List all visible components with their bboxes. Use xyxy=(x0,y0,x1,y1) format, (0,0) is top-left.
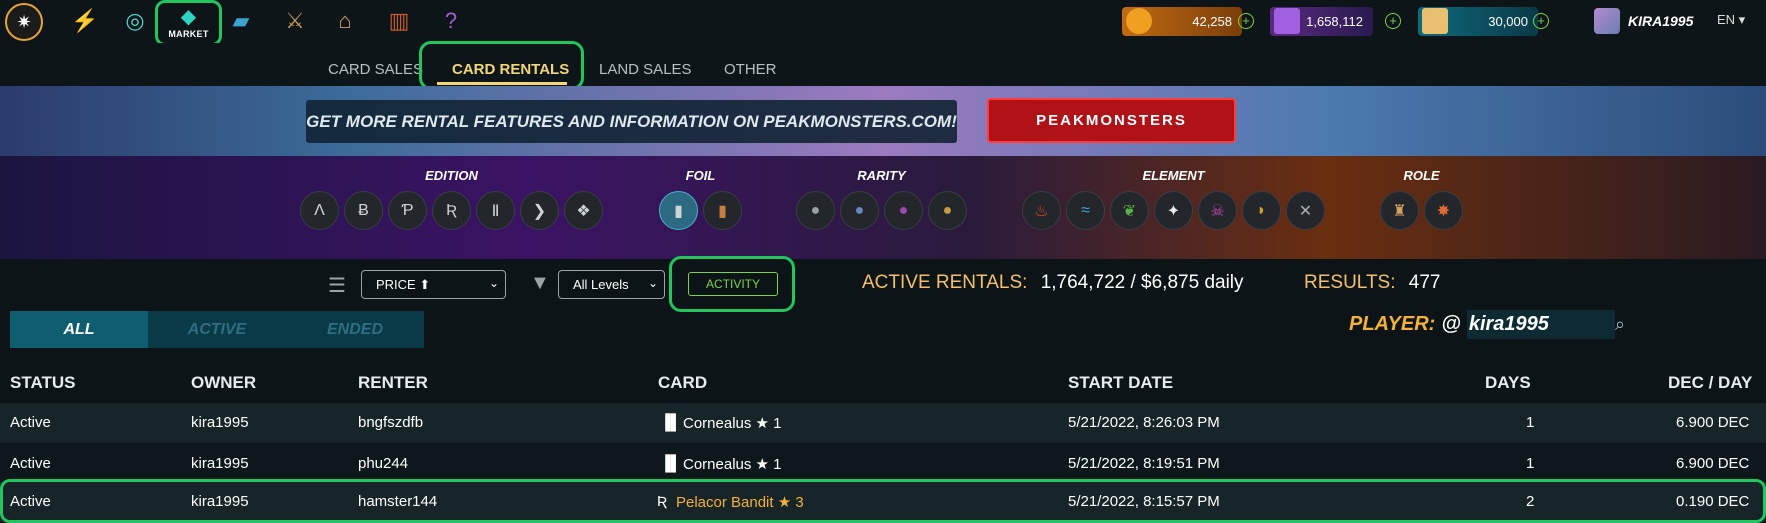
legendary-rarity-icon[interactable]: ● xyxy=(928,191,967,230)
market-icon: ◆ xyxy=(180,6,197,28)
tab-active[interactable]: ACTIVE xyxy=(148,311,286,348)
activity-button[interactable]: ACTIVITY xyxy=(688,272,778,296)
fire-element-icon[interactable]: ♨ xyxy=(1022,191,1061,230)
role-filter: ROLE ♜ ✸ xyxy=(1380,168,1463,230)
water-element-icon[interactable]: ≈ xyxy=(1066,191,1105,230)
edition-alpha-icon[interactable]: Λ xyxy=(300,191,339,230)
rarity-filter: RARITY ● ● ● ● xyxy=(796,168,967,230)
rare-rarity-icon[interactable]: ● xyxy=(840,191,879,230)
tab-land-sales[interactable]: LAND SALES xyxy=(599,61,692,78)
sps-icon xyxy=(1274,8,1300,34)
edition-chaos-icon[interactable]: ❖ xyxy=(564,191,603,230)
add-dec-button[interactable]: + xyxy=(1238,13,1254,29)
active-tab-underline xyxy=(437,82,567,85)
filter-funnel-icon: ▼ xyxy=(530,272,550,294)
edition-untamed-icon[interactable]: Ⅱ xyxy=(476,191,515,230)
row-highlight xyxy=(0,479,1766,523)
table-row[interactable]: Active kira1995 phu244 ▐▌ Cornealus ★ 1 … xyxy=(0,444,1766,484)
tab-all[interactable]: ALL xyxy=(10,311,148,348)
header-start-date[interactable]: START DATE xyxy=(1068,373,1173,393)
earth-element-icon[interactable]: ❦ xyxy=(1110,191,1149,230)
player-search: PLAYER: @ kira1995 xyxy=(1349,310,1615,339)
element-filter: ELEMENT ♨ ≈ ❦ ✦ ☠ ◗ ✕ xyxy=(1022,168,1325,230)
dragon-element-icon[interactable]: ◗ xyxy=(1242,191,1281,230)
dec-balance[interactable]: 42,258 xyxy=(1122,7,1242,36)
add-credits-button[interactable]: + xyxy=(1533,13,1549,29)
results-stat: RESULTS: 477 xyxy=(1304,272,1441,293)
battle-icon[interactable]: ⚔ xyxy=(278,4,312,38)
guild-icon[interactable]: ▥ xyxy=(382,4,416,38)
header-renter[interactable]: RENTER xyxy=(358,373,428,393)
table-header: STATUS OWNER RENTER CARD START DATE DAYS… xyxy=(0,365,1766,402)
sps-balance[interactable]: 1,658,112 xyxy=(1270,7,1373,36)
credits-balance[interactable]: 30,000 xyxy=(1418,7,1538,36)
tab-other[interactable]: OTHER xyxy=(724,61,777,78)
banner-message[interactable]: GET MORE RENTAL FEATURES AND INFORMATION… xyxy=(306,100,957,143)
header-owner[interactable]: OWNER xyxy=(191,373,256,393)
credits-icon xyxy=(1422,8,1448,34)
header-days[interactable]: DAYS xyxy=(1485,373,1531,393)
market-nav-button[interactable]: ◆ MARKET xyxy=(155,0,222,46)
player-input[interactable]: kira1995 xyxy=(1466,310,1615,339)
edition-filter: EDITION Λ Ƀ Ƥ Ʀ Ⅱ ❯ ❖ xyxy=(300,168,603,230)
promo-banner: GET MORE RENTAL FEATURES AND INFORMATION… xyxy=(0,86,1766,156)
active-rentals-stat: ACTIVE RENTALS: 1,764,722 / $6,875 daily xyxy=(862,272,1244,293)
shop-icon[interactable]: ⌂ xyxy=(328,4,362,38)
edition-dice-icon[interactable]: ❯ xyxy=(520,191,559,230)
monster-logo-icon[interactable]: ✷ xyxy=(5,3,43,41)
sort-select[interactable]: PRICE ⬆ ⌄ xyxy=(361,270,506,299)
edition-beta-icon[interactable]: Ƀ xyxy=(344,191,383,230)
language-select[interactable]: EN ▾ xyxy=(1717,12,1745,28)
search-icon[interactable]: ⌕ xyxy=(1615,314,1625,335)
common-rarity-icon[interactable]: ● xyxy=(796,191,835,230)
monster-role-icon[interactable]: ✸ xyxy=(1424,191,1463,230)
summoner-role-icon[interactable]: ♜ xyxy=(1380,191,1419,230)
collection-icon[interactable]: ▰ xyxy=(224,4,258,38)
sort-icon: ☰ xyxy=(328,275,346,297)
peakmonsters-button[interactable]: PEAKMONSTERS xyxy=(987,98,1236,143)
avatar xyxy=(1594,8,1620,34)
edition-reward-icon[interactable]: Ʀ xyxy=(432,191,471,230)
top-nav-bar: ✷ ⚡ ◎ ◆ MARKET ▰ ⚔ ⌂ ▥ ? 42,258 + 1,658,… xyxy=(0,0,1766,46)
header-dec-per-day[interactable]: DEC / DAY xyxy=(1668,373,1752,393)
death-element-icon[interactable]: ☠ xyxy=(1198,191,1237,230)
tab-ended[interactable]: ENDED xyxy=(286,311,424,348)
help-icon[interactable]: ? xyxy=(434,4,468,38)
edition-promo-icon[interactable]: Ƥ xyxy=(388,191,427,230)
levels-select[interactable]: All Levels ⌄ xyxy=(558,270,665,299)
market-label: MARKET xyxy=(168,29,209,39)
epic-rarity-icon[interactable]: ● xyxy=(884,191,923,230)
market-tabs xyxy=(0,43,1766,89)
portal-icon[interactable]: ◎ xyxy=(118,4,152,38)
user-menu[interactable]: KIRA1995 xyxy=(1594,8,1693,34)
life-element-icon[interactable]: ✦ xyxy=(1154,191,1193,230)
table-row[interactable]: Active kira1995 bngfszdfb ▐▌ Cornealus ★… xyxy=(0,403,1766,443)
tab-card-rentals[interactable]: CARD RENTALS xyxy=(452,61,569,78)
neutral-element-icon[interactable]: ✕ xyxy=(1286,191,1325,230)
header-card[interactable]: CARD xyxy=(658,373,707,393)
untamed-edition-icon: ▐▌ xyxy=(660,414,682,431)
rental-status-tabs: ALL ACTIVE ENDED xyxy=(10,311,424,348)
filter-panel: EDITION Λ Ƀ Ƥ Ʀ Ⅱ ❯ ❖ FOIL ▮ ▮ RARITY ● … xyxy=(0,156,1766,259)
add-sps-button[interactable]: + xyxy=(1385,13,1401,29)
dec-coin-icon xyxy=(1126,8,1152,34)
gold-foil-icon[interactable]: ▮ xyxy=(703,191,742,230)
untamed-edition-icon: ▐▌ xyxy=(660,455,682,472)
quest-icon[interactable]: ⚡ xyxy=(68,4,102,38)
header-status[interactable]: STATUS xyxy=(10,373,75,393)
regular-foil-icon[interactable]: ▮ xyxy=(659,191,698,230)
tab-card-sales[interactable]: CARD SALES xyxy=(328,61,423,78)
foil-filter: FOIL ▮ ▮ xyxy=(659,168,742,230)
